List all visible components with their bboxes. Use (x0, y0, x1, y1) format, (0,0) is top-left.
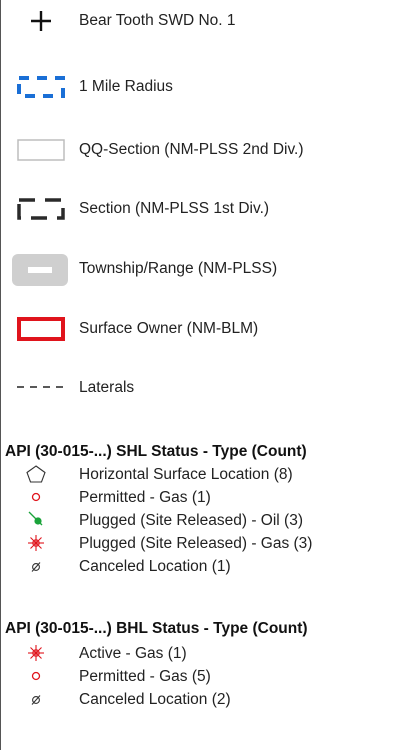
pentagon-icon (26, 465, 46, 483)
red-star-slash-icon (28, 535, 44, 551)
legend-panel: Bear Tooth SWD No. 1 1 Mile Radius QQ-Se… (0, 0, 392, 750)
dashed-line-icon (17, 386, 65, 388)
bhl-label-canceled: Canceled Location (2) (79, 691, 231, 708)
bhl-status-heading: API (30-015-...) BHL Status - Type (Coun… (5, 620, 308, 637)
legend-label-radius: 1 Mile Radius (79, 78, 173, 95)
legend-label-laterals: Laterals (79, 379, 135, 396)
empty-set-icon (31, 562, 41, 572)
dark-dashed-box-icon (17, 198, 65, 220)
shl-status-heading: API (30-015-...) SHL Status - Type (Coun… (5, 443, 307, 460)
bhl-label-permitted-gas: Permitted - Gas (5) (79, 668, 211, 685)
legend-label-surface-owner: Surface Owner (NM-BLM) (79, 320, 259, 337)
dashed-blue-box-icon (17, 76, 65, 98)
empty-set-icon (31, 695, 41, 705)
red-star-icon (28, 645, 44, 661)
bhl-label-active-gas: Active - Gas (1) (79, 645, 187, 662)
light-gray-box-icon (17, 139, 65, 161)
gray-filled-box-icon (12, 254, 68, 286)
shl-label-plugged-oil: Plugged (Site Released) - Oil (3) (79, 512, 303, 529)
shl-label-horizontal: Horizontal Surface Location (8) (79, 466, 293, 483)
green-dot-slash-icon (28, 511, 43, 526)
shl-label-canceled: Canceled Location (1) (79, 558, 231, 575)
red-circle-icon (31, 671, 41, 681)
legend-label-township: Township/Range (NM-PLSS) (79, 260, 278, 277)
shl-label-plugged-gas: Plugged (Site Released) - Gas (3) (79, 535, 313, 552)
shl-label-permitted-gas: Permitted - Gas (1) (79, 489, 211, 506)
red-circle-icon (31, 492, 41, 502)
legend-label-well: Bear Tooth SWD No. 1 (79, 12, 236, 29)
red-box-icon (17, 317, 65, 341)
legend-label-section: Section (NM-PLSS 1st Div.) (79, 200, 270, 217)
legend-label-qq-section: QQ-Section (NM-PLSS 2nd Div.) (79, 141, 304, 158)
crosshair-icon (31, 11, 51, 31)
